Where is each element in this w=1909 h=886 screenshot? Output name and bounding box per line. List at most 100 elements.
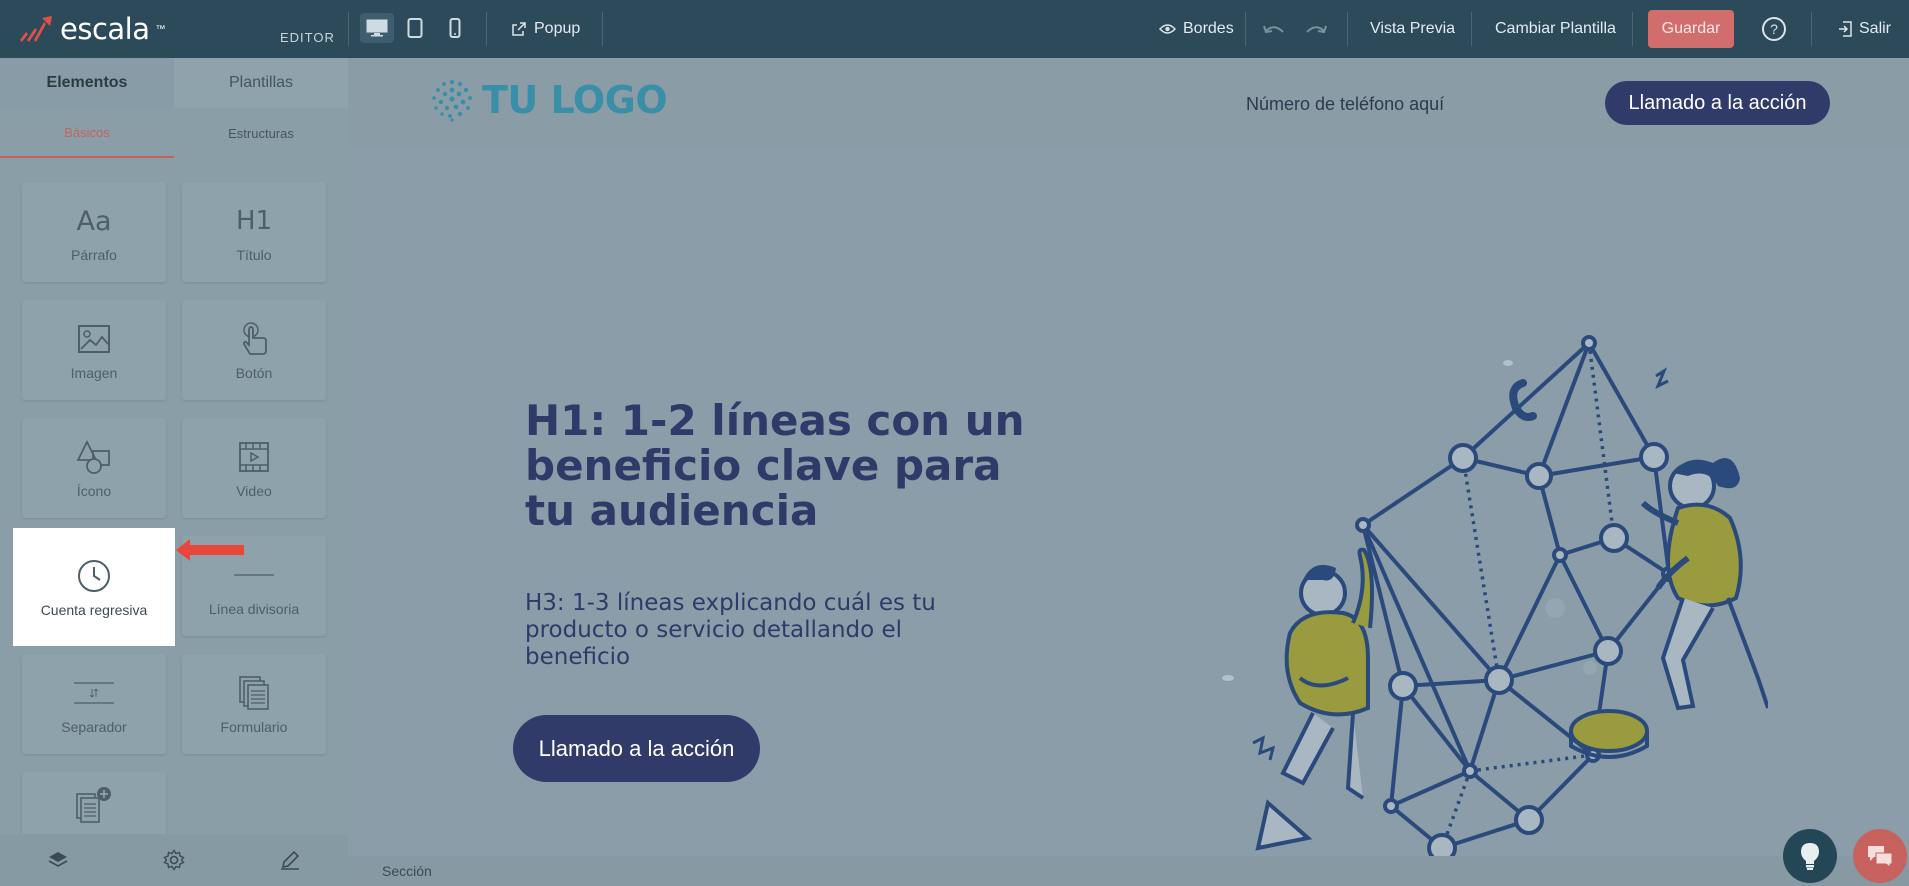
form-icon [234,673,274,713]
vista-previa-button[interactable]: Vista Previa [1370,0,1455,58]
toolbar-divider [602,12,603,46]
tips-button[interactable] [1783,829,1837,883]
escala-logo-icon [20,16,52,42]
paragraph-icon: Aa [74,201,114,241]
element-label: Separador [61,719,127,735]
element-video[interactable]: Video [182,418,326,518]
element-label: Video [236,483,272,499]
element-label: Párrafo [71,247,117,263]
tablet-view-button[interactable] [398,13,432,43]
undo-button[interactable] [1263,0,1285,58]
add-section-icon [76,787,111,823]
network-people-illustration [1222,335,1768,886]
salir-label: Salir [1859,20,1892,37]
element-form[interactable]: Formulario [182,654,326,754]
tablet-icon [407,18,423,38]
mobile-view-button[interactable] [438,13,472,43]
tab-elementos[interactable]: Elementos [0,58,174,108]
element-label: Formulario [220,719,288,735]
element-paragraph[interactable]: Aa Párrafo [22,182,166,282]
element-spacer[interactable]: Separador [22,654,166,754]
guardar-button[interactable]: Guardar [1648,10,1734,48]
external-link-icon [512,22,526,36]
element-heading[interactable]: H1 Título [182,182,326,282]
page-logo[interactable]: TU LOGO [430,78,668,122]
element-label: Imagen [70,365,118,381]
heading-glyph: H1 [235,206,273,236]
element-button[interactable]: Botón [182,300,326,400]
brand-trademark: ™ [155,23,166,35]
element-label: Línea divisoria [208,601,300,617]
countdown-card: Cuenta regresiva [22,537,166,637]
logo-text: TU LOGO [482,78,668,122]
page-canvas: TU LOGO Número de teléfono aquí Llamado … [348,58,1909,886]
top-toolbar: escala ™ EDITOR Popup Bordes Vista Previa… [0,0,1909,58]
popup-label: Popup [534,20,581,37]
spacer-icon [74,673,114,713]
toolbar-divider [1245,12,1246,46]
exit-icon [1839,21,1852,37]
undo-icon [1263,25,1284,34]
heading-icon: H1 [234,201,274,241]
salir-button[interactable]: Salir [1838,0,1891,58]
popup-button[interactable]: Popup [511,0,580,58]
hero-heading[interactable]: H1: 1-2 líneas con un beneficio clave pa… [525,398,1045,533]
element-label: Título [236,247,272,263]
toolbar-divider [1632,12,1633,46]
tab-plantillas[interactable]: Plantillas [174,58,348,108]
toolbar-divider [1347,12,1348,46]
cambiar-plantilla-button[interactable]: Cambiar Plantilla [1495,0,1616,58]
subtab-basicos[interactable]: Básicos [0,108,174,158]
paragraph-glyph: Aa [76,205,112,237]
mobile-icon [449,18,461,38]
page-header: TU LOGO Número de teléfono aquí Llamado … [348,58,1909,148]
chat-icon [1868,846,1893,868]
toolbar-divider [486,12,487,46]
elements-sidebar: Elementos Plantillas Básicos Estructuras… [0,58,348,886]
cambiar-plantilla-label: Cambiar Plantilla [1495,20,1616,37]
desktop-icon [366,19,388,37]
hero-cta-button[interactable]: Llamado a la acción [513,715,760,782]
subtab-estructuras[interactable]: Estructuras [174,108,348,158]
desktop-view-button[interactable] [360,13,394,43]
section-label[interactable]: Sección [348,856,1909,886]
redo-icon [1306,25,1327,34]
bordes-label: Bordes [1183,20,1234,37]
gear-icon[interactable] [163,849,185,871]
element-image[interactable]: Imagen [22,300,166,400]
lightbulb-icon [1801,843,1819,870]
eye-icon [1159,24,1176,34]
pointer-arrow-icon [176,539,244,561]
toolbar-divider [348,12,349,46]
video-icon [234,437,274,477]
redo-button[interactable] [1305,0,1327,58]
vista-previa-label: Vista Previa [1370,20,1456,37]
sidebar-bottom-bar [0,834,348,886]
chat-button[interactable] [1853,829,1907,883]
phone-number[interactable]: Número de teléfono aquí [1246,94,1444,115]
header-cta-button[interactable]: Llamado a la acción [1605,81,1830,125]
image-icon [74,319,114,359]
hero-subheading[interactable]: H3: 1-3 líneas explicando cuál es tu pro… [525,590,995,671]
element-add-structure[interactable] [22,772,166,836]
brand-logo[interactable]: escala ™ [18,12,166,46]
element-label: Botón [235,365,273,381]
element-countdown[interactable]: Cuenta regresiva [13,528,175,646]
toolbar-divider [1811,12,1812,46]
shapes-icon [74,437,114,477]
button-icon [234,319,274,359]
editor-label: EDITOR [280,30,335,45]
element-label: Ícono [76,483,112,499]
toolbar-divider [1471,12,1472,46]
element-icon[interactable]: Ícono [22,418,166,518]
layers-icon[interactable] [47,850,69,870]
clock-icon [74,556,114,596]
sidebar-tabs: Elementos Plantillas [0,58,348,108]
element-label: Cuenta regresiva [40,602,148,618]
pen-icon[interactable] [279,849,301,871]
dots-logo-icon [432,79,472,122]
brand-name: escala [60,12,150,46]
bordes-toggle[interactable]: Bordes [1159,0,1234,58]
sidebar-subtabs: Básicos Estructuras [0,108,348,158]
help-icon[interactable]: ? [1762,17,1786,41]
